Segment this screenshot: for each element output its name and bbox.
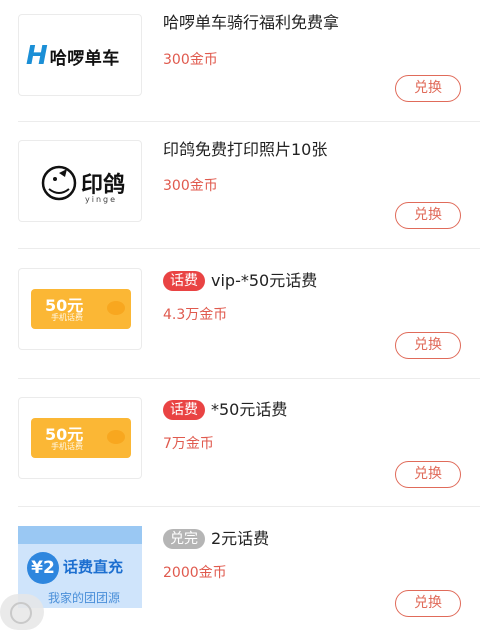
- divider: [18, 248, 480, 249]
- item-title: 兑完 2元话费: [163, 528, 269, 550]
- ticket-subtext: 手机话费: [51, 313, 83, 322]
- item-title: 印鸽免费打印照片10张: [163, 140, 328, 159]
- banner-amount: ¥2: [27, 552, 59, 584]
- sold-out-tag: 兑完: [163, 529, 205, 549]
- ticket-emblem-icon: [107, 301, 125, 315]
- redeem-button[interactable]: 兑换: [395, 590, 461, 617]
- phone-credit-ticket-image: 50元 手机话费: [18, 268, 142, 350]
- item-title: 哈啰单车骑行福利免费拿: [163, 13, 340, 32]
- redeem-button[interactable]: 兑换: [395, 75, 461, 102]
- hellobike-logo-image: H 哈啰单车: [18, 14, 142, 96]
- ticket-subtext: 手机话费: [51, 442, 83, 451]
- yinge-bird-icon: [41, 165, 77, 201]
- ticket-emblem-icon: [107, 430, 125, 444]
- floating-assistive-button[interactable]: [0, 594, 44, 630]
- item-price: 4.3万金币: [163, 307, 228, 323]
- redeem-button[interactable]: 兑换: [395, 202, 461, 229]
- item-price: 7万金币: [163, 436, 214, 452]
- divider: [18, 506, 480, 507]
- yinge-logo-image: 印鸽 yinge: [18, 140, 142, 222]
- category-tag: 话费: [163, 400, 205, 420]
- item-title: 话费 vip-*50元话费: [163, 270, 317, 292]
- yinge-logo-subtext: yinge: [85, 195, 118, 204]
- hellobike-logo-text: 哈啰单车: [49, 48, 120, 69]
- banner-subtext: 我家的团团源: [48, 591, 121, 605]
- divider: [18, 378, 480, 379]
- recharge-banner-image: ¥2 话费直充 我家的团团源: [18, 526, 142, 608]
- assistive-touch-icon: [10, 602, 32, 624]
- banner-text: 话费直充: [63, 558, 124, 576]
- item-price: 2000金币: [163, 565, 227, 581]
- phone-credit-ticket-image: 50元 手机话费: [18, 397, 142, 479]
- hellobike-h-icon: H: [26, 41, 48, 71]
- redeem-button[interactable]: 兑换: [395, 332, 461, 359]
- item-price: 300金币: [163, 178, 218, 194]
- divider: [18, 121, 480, 122]
- redeem-button[interactable]: 兑换: [395, 461, 461, 488]
- item-title: 话费 *50元话费: [163, 399, 287, 421]
- ticket-graphic: 50元 手机话费: [31, 289, 131, 329]
- ticket-graphic: 50元 手机话费: [31, 418, 131, 458]
- item-price: 300金币: [163, 52, 218, 68]
- category-tag: 话费: [163, 271, 205, 291]
